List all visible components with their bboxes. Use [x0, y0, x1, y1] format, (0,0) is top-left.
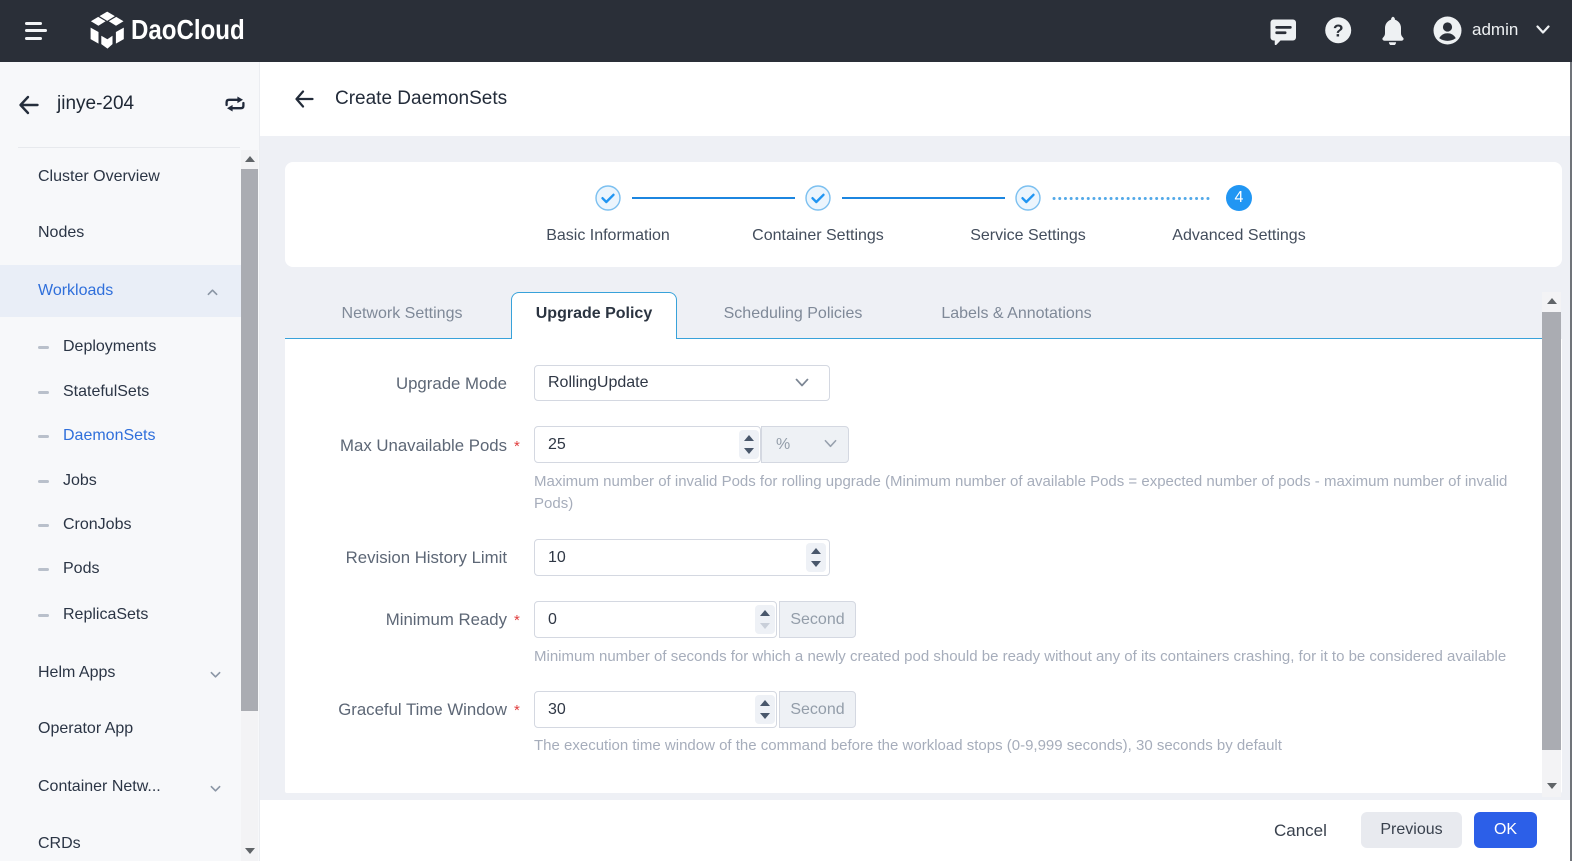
svg-text:?: ?: [1332, 21, 1343, 41]
